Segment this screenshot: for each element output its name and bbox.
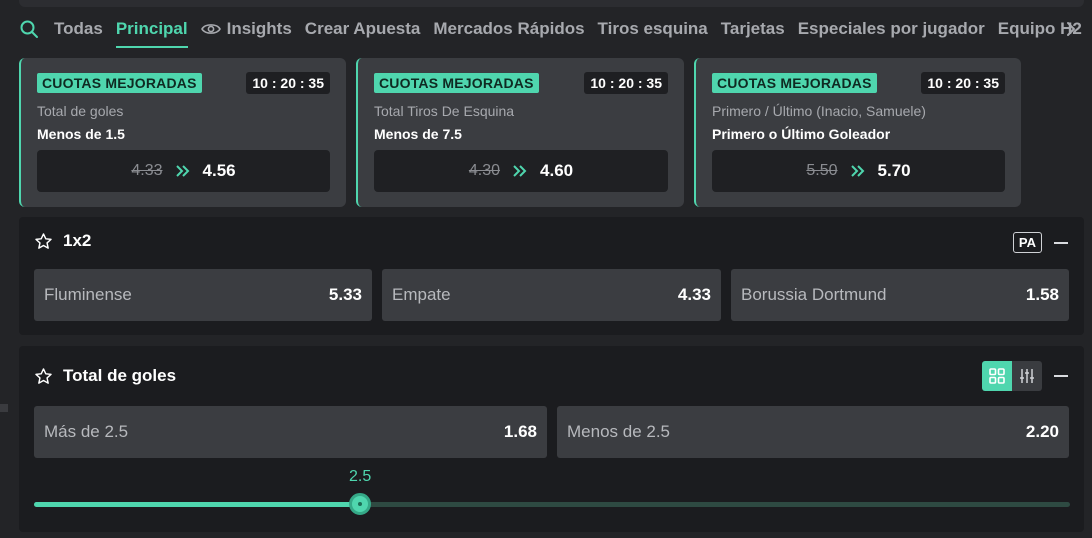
promo-market-name: Total de goles bbox=[37, 103, 124, 119]
chevron-right-icon[interactable] bbox=[1066, 20, 1080, 38]
selection-label: Borussia Dortmund bbox=[741, 285, 887, 304]
double-chevron-right-icon bbox=[850, 164, 866, 178]
old-odds: 4.30 bbox=[468, 162, 501, 179]
promo-selection: Menos de 7.5 bbox=[374, 126, 462, 142]
selection-label: Empate bbox=[392, 285, 451, 304]
side-edge-marker bbox=[0, 404, 8, 412]
view-toggle bbox=[982, 361, 1042, 391]
new-odds: 4.56 bbox=[202, 161, 236, 180]
goal-line-slider[interactable]: 2.5 bbox=[34, 466, 1070, 516]
tab-mercados-rapidos[interactable]: Mercados Rápidos bbox=[433, 8, 584, 50]
boosted-odds-card: CUOTAS MEJORADAS 10 : 20 : 35 Primero / … bbox=[694, 58, 1021, 207]
market-title: 1x2 bbox=[63, 231, 92, 250]
market-category-nav: Todas Principal Insights Crear Apuesta M… bbox=[0, 8, 1092, 50]
selection-button[interactable]: Fluminense 5.33 bbox=[34, 269, 372, 321]
selection-label: Más de 2.5 bbox=[44, 422, 129, 441]
boosted-odds-badge: CUOTAS MEJORADAS bbox=[712, 73, 877, 93]
selection-odds: 5.33 bbox=[328, 285, 362, 304]
tab-especiales-jugador[interactable]: Especiales por jugador bbox=[798, 8, 985, 50]
countdown-timer: 10 : 20 : 35 bbox=[584, 72, 668, 94]
countdown-timer: 10 : 20 : 35 bbox=[246, 72, 330, 94]
selection-odds: 4.33 bbox=[677, 285, 711, 304]
selection-button[interactable]: Borussia Dortmund 1.58 bbox=[731, 269, 1069, 321]
selection-label: Fluminense bbox=[44, 285, 132, 304]
double-chevron-right-icon bbox=[512, 164, 528, 178]
selection-odds: 1.58 bbox=[1025, 285, 1059, 304]
promo-market-name: Primero / Último (Inacio, Samuele) bbox=[712, 103, 926, 119]
selection-button[interactable]: Empate 4.33 bbox=[382, 269, 721, 321]
tab-tarjetas[interactable]: Tarjetas bbox=[721, 8, 785, 50]
slider-fill bbox=[34, 502, 360, 507]
tab-principal[interactable]: Principal bbox=[115, 8, 188, 50]
boosted-odds-button[interactable]: 4.33 4.56 bbox=[37, 150, 330, 192]
tab-crear-apuesta[interactable]: Crear Apuesta bbox=[305, 8, 421, 50]
selection-label: Menos de 2.5 bbox=[567, 422, 671, 441]
star-icon[interactable] bbox=[34, 367, 53, 386]
selection-button[interactable]: Más de 2.5 1.68 bbox=[34, 406, 547, 458]
boosted-odds-badge: CUOTAS MEJORADAS bbox=[37, 73, 202, 93]
new-odds: 4.60 bbox=[540, 161, 574, 180]
boosted-odds-button[interactable]: 5.50 5.70 bbox=[712, 150, 1005, 192]
tab-todas[interactable]: Todas bbox=[54, 8, 103, 50]
market-total-goals-panel: Total de goles Más de 2.5 1.68 Menos de … bbox=[19, 346, 1084, 532]
collapse-icon[interactable] bbox=[1054, 241, 1068, 244]
tab-tiros-esquina[interactable]: Tiros esquina bbox=[598, 8, 708, 50]
selection-odds: 1.68 bbox=[503, 422, 537, 441]
promo-selection: Menos de 1.5 bbox=[37, 126, 125, 142]
old-odds: 4.33 bbox=[131, 162, 163, 179]
tab-insights-label: Insights bbox=[226, 19, 292, 38]
collapse-icon[interactable] bbox=[1054, 375, 1068, 377]
pa-button[interactable]: PA bbox=[1012, 232, 1042, 253]
grid-view-icon[interactable] bbox=[982, 361, 1012, 391]
countdown-timer: 10 : 20 : 35 bbox=[921, 72, 1005, 94]
boosted-odds-card: CUOTAS MEJORADAS 10 : 20 : 35 Total Tiro… bbox=[356, 58, 684, 207]
star-icon[interactable] bbox=[34, 232, 53, 251]
boosted-odds-button[interactable]: 4.30 4.60 bbox=[374, 150, 668, 192]
search-icon[interactable] bbox=[19, 19, 39, 39]
market-title: Total de goles bbox=[63, 366, 177, 385]
double-chevron-right-icon bbox=[175, 164, 191, 178]
selection-odds: 2.20 bbox=[1025, 422, 1059, 441]
eye-icon bbox=[200, 22, 221, 36]
top-panel-edge bbox=[19, 0, 1084, 7]
boosted-odds-card: CUOTAS MEJORADAS 10 : 20 : 35 Total de g… bbox=[19, 58, 346, 207]
slider-view-icon[interactable] bbox=[1012, 361, 1042, 391]
promo-market-name: Total Tiros De Esquina bbox=[374, 103, 515, 119]
market-1x2-panel: 1x2 PA Fluminense 5.33 Empate 4.33 Borus… bbox=[19, 217, 1084, 335]
tab-insights[interactable]: Insights bbox=[200, 8, 292, 50]
old-odds: 5.50 bbox=[806, 162, 838, 179]
boosted-odds-badge: CUOTAS MEJORADAS bbox=[374, 73, 539, 93]
new-odds: 5.70 bbox=[877, 161, 911, 180]
slider-value: 2.5 bbox=[349, 468, 372, 485]
slider-thumb[interactable] bbox=[349, 493, 371, 515]
selection-button[interactable]: Menos de 2.5 2.20 bbox=[557, 406, 1069, 458]
promo-selection: Primero o Último Goleador bbox=[712, 126, 891, 142]
